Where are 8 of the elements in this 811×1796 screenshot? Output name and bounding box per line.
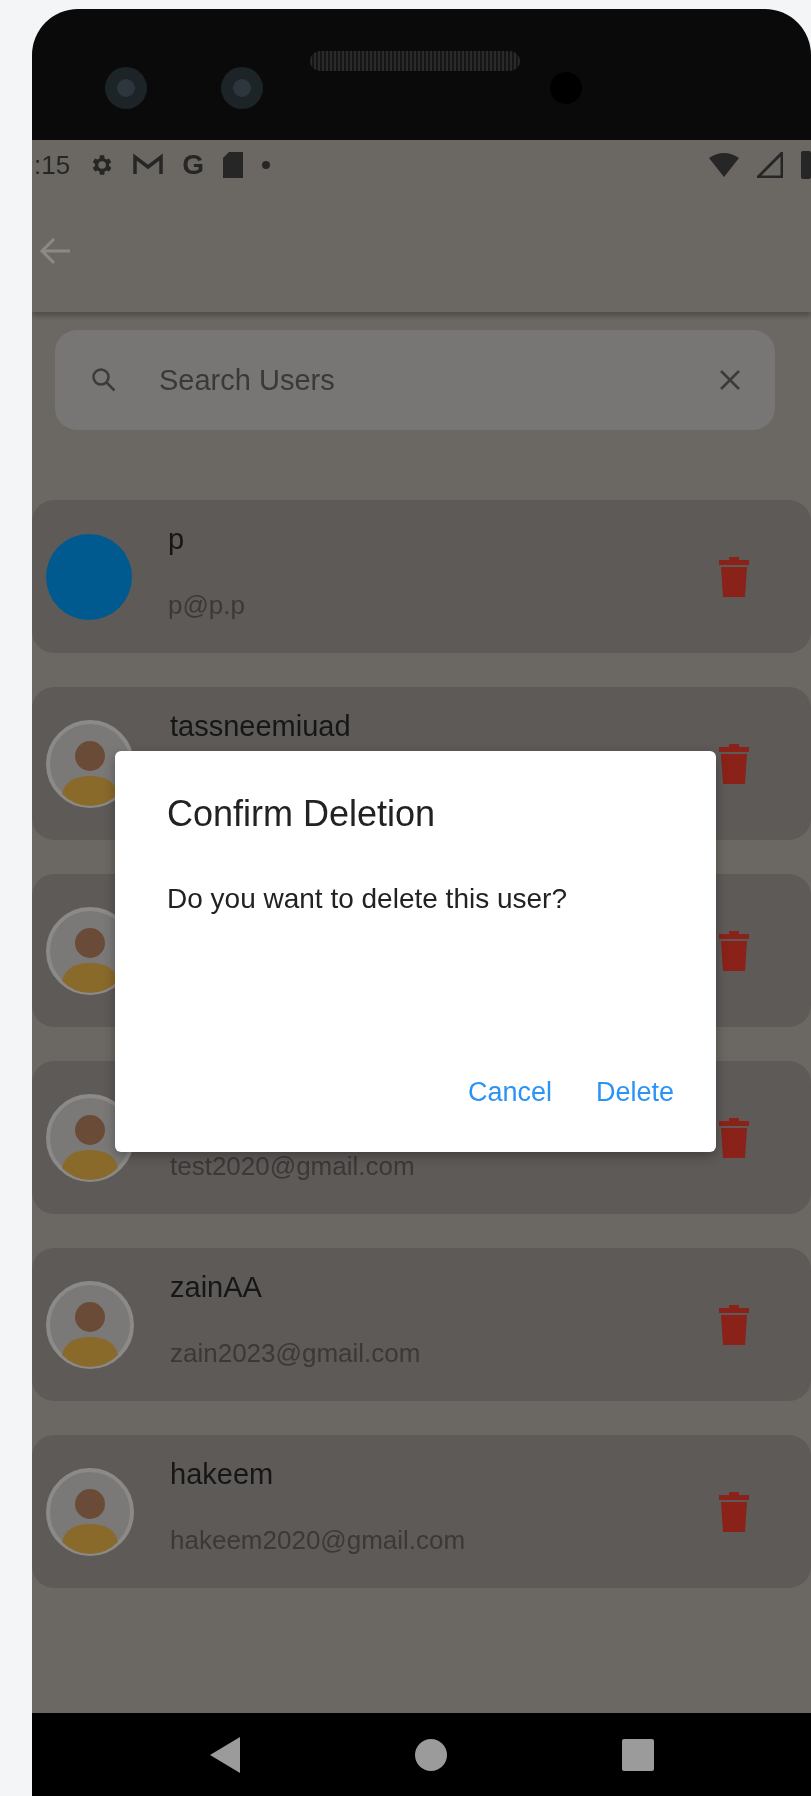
- user-name: zainAA: [170, 1269, 263, 1305]
- user-name: p: [168, 521, 186, 557]
- status-time: :15: [34, 149, 71, 181]
- user-name: hakeem: [170, 1456, 275, 1492]
- status-glyph: G: [182, 149, 204, 181]
- dialog-title: Confirm Deletion: [167, 793, 437, 835]
- dialog-message: Do you want to delete this user?: [167, 883, 568, 915]
- user-name: tassneemiuad: [170, 708, 352, 744]
